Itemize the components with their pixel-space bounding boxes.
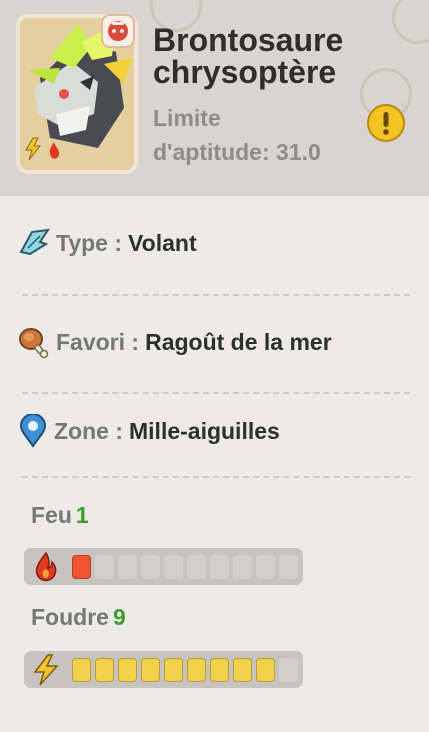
meat-icon bbox=[19, 328, 49, 359]
fire-icon bbox=[49, 142, 60, 159]
level-cell bbox=[256, 658, 275, 682]
lightning-element-label: Foudre 9 bbox=[31, 604, 126, 631]
level-cell bbox=[187, 658, 206, 682]
fire-level-number: 1 bbox=[75, 502, 89, 528]
lightning-icon bbox=[33, 654, 59, 686]
creature-token-icon bbox=[108, 21, 128, 41]
favorite-label: Favori : bbox=[56, 328, 140, 355]
level-cell bbox=[164, 658, 183, 682]
divider bbox=[22, 392, 410, 394]
level-cell bbox=[256, 555, 275, 579]
favorite-value: Ragoût de la mer bbox=[145, 328, 332, 355]
level-cell bbox=[164, 555, 183, 579]
level-cell bbox=[118, 555, 137, 579]
level-cell bbox=[72, 555, 91, 579]
lightning-icon bbox=[25, 137, 60, 161]
divider bbox=[22, 294, 410, 296]
creature-name-line2: chrysoptère bbox=[153, 54, 337, 90]
type-row: Type : Volant bbox=[18, 223, 197, 263]
level-cell bbox=[141, 555, 160, 579]
level-cell bbox=[210, 555, 229, 579]
element-icons bbox=[24, 136, 66, 162]
lightning-label: Foudre bbox=[31, 604, 109, 630]
creature-name-line1: Brontosaure bbox=[153, 22, 344, 58]
level-cell bbox=[118, 658, 137, 682]
zone-value: Mille-aiguilles bbox=[129, 417, 280, 444]
level-cell bbox=[72, 658, 91, 682]
divider bbox=[22, 476, 410, 478]
dungeon-badge bbox=[101, 14, 135, 48]
level-cell bbox=[141, 658, 160, 682]
level-cell bbox=[95, 658, 114, 682]
aptitude-limit-label: Limite bbox=[153, 105, 221, 131]
level-cell bbox=[279, 555, 298, 579]
fire-element-label: Feu 1 bbox=[31, 502, 89, 529]
aptitude-limit-value: d'aptitude: 31.0 bbox=[153, 139, 321, 165]
fire-label: Feu bbox=[31, 502, 72, 528]
favorite-row: Favori : Ragoût de la mer bbox=[18, 322, 332, 362]
level-cell bbox=[233, 658, 252, 682]
fire-level-bar bbox=[24, 548, 303, 585]
aptitude-limit: Limite d'aptitude: 31.0 bbox=[153, 101, 321, 169]
lightning-level-bar bbox=[24, 651, 303, 688]
level-cell bbox=[233, 555, 252, 579]
fire-icon bbox=[35, 551, 57, 582]
header-panel: Brontosaure chrysoptère Limite d'aptitud… bbox=[0, 0, 429, 196]
type-label: Type : bbox=[56, 229, 123, 256]
zone-row: Zone : Mille-aiguilles bbox=[18, 411, 280, 451]
level-cell bbox=[95, 555, 114, 579]
alert-icon[interactable] bbox=[366, 103, 406, 143]
creature-name: Brontosaure chrysoptère bbox=[153, 24, 403, 88]
zone-label: Zone : bbox=[54, 417, 123, 444]
level-cell bbox=[279, 658, 298, 682]
level-cell bbox=[187, 555, 206, 579]
lightning-level-number: 9 bbox=[112, 604, 126, 630]
wing-icon bbox=[19, 228, 50, 256]
pet-info-card: Brontosaure chrysoptère Limite d'aptitud… bbox=[0, 0, 429, 732]
type-value: Volant bbox=[128, 229, 197, 256]
level-cell bbox=[210, 658, 229, 682]
location-pin-icon bbox=[19, 414, 47, 448]
